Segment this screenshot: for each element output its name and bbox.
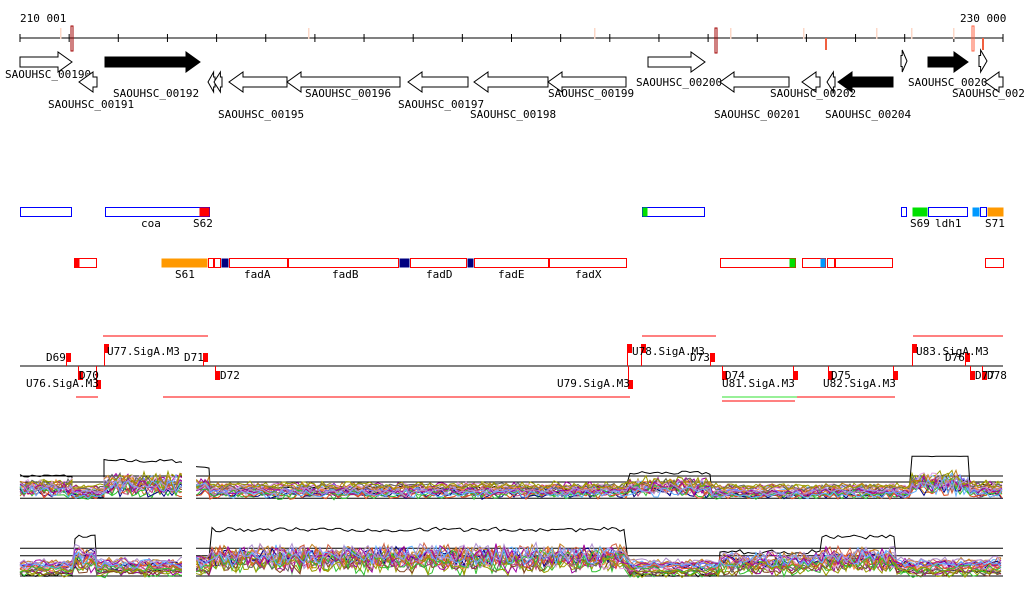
undefined[interactable] (549, 258, 627, 268)
undefined[interactable] (912, 207, 928, 217)
feature-marker (876, 28, 878, 39)
tss-label: D70 (79, 369, 99, 382)
transcript-label: fadA (244, 268, 271, 281)
tss-label: U81.SigA.M3 (722, 377, 795, 390)
transcript-label: fadX (575, 268, 602, 281)
gene-label: SAOUHSC_00200 (636, 76, 722, 89)
tss-label: U82.SigA.M3 (823, 377, 896, 390)
undefined[interactable] (208, 258, 214, 268)
undefined[interactable] (399, 258, 410, 268)
transcript-label: S61 (175, 268, 195, 281)
tss-label: D71 (184, 351, 204, 364)
undefined[interactable] (288, 258, 399, 268)
undefined[interactable] (74, 258, 80, 268)
tss-marker[interactable] (710, 353, 715, 362)
gene-label: SAOUHSC_00192 (113, 87, 199, 100)
undefined[interactable] (410, 258, 467, 268)
gene-arrow[interactable] (104, 51, 201, 73)
transcript-label: fadB (332, 268, 359, 281)
undefined[interactable] (827, 258, 835, 268)
ruler-start-label: 210 001 (20, 12, 66, 25)
tss-label: D73 (690, 351, 710, 364)
undefined[interactable] (214, 258, 221, 268)
tss-label: D76 (945, 351, 965, 364)
transcript-label: S62 (193, 217, 213, 230)
ruler-end-label: 230 000 (960, 12, 1006, 25)
feature-marker (730, 28, 732, 39)
gene-arrow[interactable] (927, 51, 969, 73)
feature-marker (594, 28, 596, 39)
tss-marker[interactable] (66, 353, 71, 362)
gene-label: SAOUHSC_0020 (952, 87, 1024, 100)
tss-label: D72 (220, 369, 240, 382)
undefined[interactable] (229, 258, 288, 268)
transcript-label: S69 (910, 217, 930, 230)
transcript-label: coa (141, 217, 161, 230)
undefined[interactable] (221, 258, 229, 268)
feature-marker (60, 28, 62, 39)
feature-marker (911, 28, 913, 39)
gene-label: SAOUHSC_00204 (825, 108, 911, 121)
gene-label: SAOUHSC_00199 (548, 87, 634, 100)
gene-track: SAOUHSC_00190SAOUHSC_00191SAOUHSC_00192S… (5, 48, 1024, 121)
undefined[interactable] (820, 258, 826, 268)
tss-label: D69 (46, 351, 66, 364)
undefined[interactable] (20, 207, 72, 217)
gene-label: SAOUHSC_00196 (305, 87, 391, 100)
gap (182, 450, 196, 600)
gene-label: SAOUHSC_00201 (714, 108, 800, 121)
tss-track: D69U76.SigA.M3D70U77.SigA.M3 D71D72U79.Si… (20, 335, 1007, 402)
transcript-label: ldh1 (935, 217, 962, 230)
feature-marker (825, 38, 827, 50)
gene-arrow[interactable] (407, 71, 469, 93)
genome-browser: 210 001 230 000 SAOUHSC_00190SAOUHSC_001… (5, 12, 1024, 600)
undefined[interactable] (987, 207, 1004, 217)
gene-arrow[interactable] (647, 51, 706, 73)
tss-label: U77.SigA.M3 (107, 345, 180, 358)
undefined[interactable] (467, 258, 474, 268)
gene-label: SAOUHSC_00198 (470, 108, 556, 121)
undefined[interactable] (835, 258, 893, 268)
transcript-track: coa S62 S69 ldh1 S71 S61 fadA fadB fadD fadE fadX (20, 207, 1005, 281)
feature-marker (953, 28, 955, 39)
feature-marker (803, 28, 805, 39)
gene-arrow[interactable] (228, 71, 288, 93)
expression-track (19, 450, 1003, 600)
undefined[interactable] (642, 207, 705, 217)
undefined[interactable] (789, 258, 796, 268)
gene-label: SAOUHSC_00190 (5, 68, 91, 81)
undefined[interactable] (972, 207, 980, 217)
tss-label: D78 (987, 369, 1007, 382)
undefined[interactable] (199, 207, 210, 217)
transcript-label: fadD (426, 268, 453, 281)
undefined[interactable] (161, 258, 208, 268)
undefined[interactable] (474, 258, 549, 268)
feature-marker (714, 27, 718, 54)
gene-arrow[interactable] (900, 49, 908, 73)
undefined[interactable] (642, 207, 648, 217)
coordinate-ruler: 210 001 230 000 (19, 12, 1006, 54)
feature-marker (308, 28, 310, 39)
gene-arrow[interactable] (213, 70, 223, 94)
undefined[interactable] (980, 207, 987, 217)
feature-marker (982, 38, 984, 50)
gene-label: SAOUHSC_00202 (770, 87, 856, 100)
undefined[interactable] (985, 258, 1004, 268)
transcript-label: S71 (985, 217, 1005, 230)
undefined[interactable] (720, 258, 796, 268)
undefined[interactable] (928, 207, 968, 217)
gene-label: SAOUHSC_00195 (218, 108, 304, 121)
tss-label: U79.SigA.M3 (557, 377, 630, 390)
gene-arrow[interactable] (978, 48, 988, 74)
undefined[interactable] (901, 207, 907, 217)
undefined[interactable] (105, 207, 210, 217)
transcript-label: fadE (498, 268, 525, 281)
gene-arrow[interactable] (473, 71, 549, 93)
